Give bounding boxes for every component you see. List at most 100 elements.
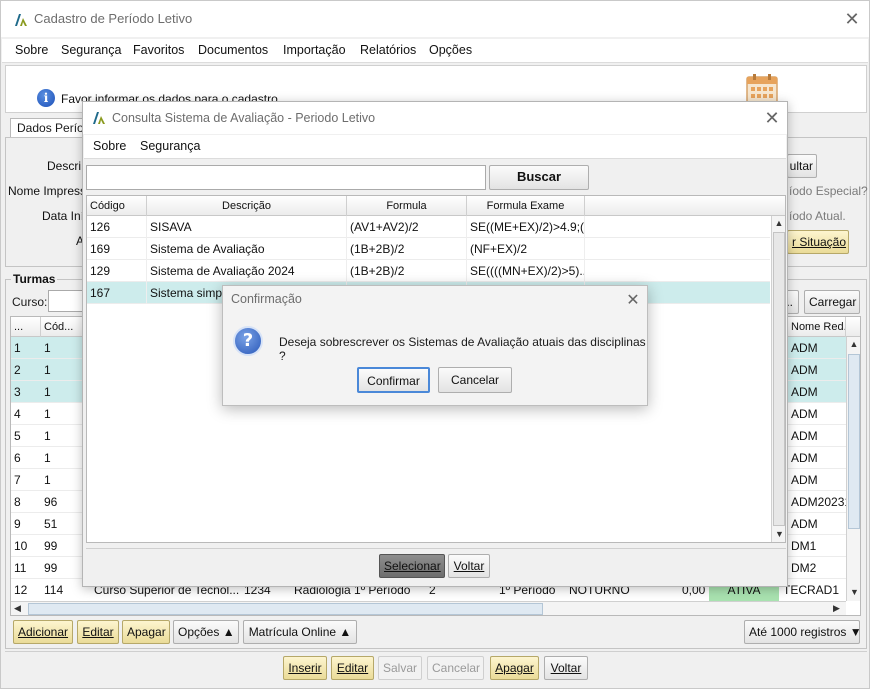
turmas-vscroll[interactable]: ▲ ▼ <box>846 337 860 601</box>
opcoes-label: Opções <box>178 625 220 639</box>
app-logo-icon <box>15 14 27 26</box>
periodo-especial-checkbox[interactable]: íodo Especial? <box>789 184 868 198</box>
scroll-right-icon[interactable]: ▶ <box>833 603 840 614</box>
registros-select[interactable]: Até 1000 registros ▼ <box>744 620 862 644</box>
matricula-online-dropdown[interactable]: Matrícula Online ▲ <box>243 620 357 644</box>
close-icon[interactable]: ✕ <box>618 286 648 316</box>
voltar-bottom-label: Voltar <box>550 661 582 675</box>
cell-codigo: 129 <box>87 260 147 282</box>
cancelar-bottom-label: Cancelar <box>432 661 481 675</box>
cell-n: 3 <box>14 385 21 399</box>
carregar-button[interactable]: Carregar <box>804 290 860 314</box>
cell-cod: 99 <box>44 561 58 575</box>
editar-button[interactable]: Editar <box>77 620 119 644</box>
salvar-label: Salvar <box>383 661 418 675</box>
label-data-inicio: Data Iní <box>42 209 85 223</box>
cell-exame: (NF+EX)/2 <box>467 238 585 260</box>
table-row[interactable]: 129 Sistema de Avaliação 2024 (1B+2B)/2 SE(… <box>87 260 770 282</box>
sistemas-vscroll[interactable]: ▲ ▼ <box>771 216 785 542</box>
voltar-button[interactable]: Voltar <box>448 554 490 578</box>
adicionar-button[interactable]: Adicionar <box>13 620 73 644</box>
selecionar-button[interactable]: Selecionar <box>379 554 445 578</box>
cell-n: 12 <box>14 583 28 597</box>
table-row[interactable]: 126 SISAVA (AV1+AV2)/2 SE((ME+EX)/2)>4.9;(.… <box>87 216 770 238</box>
tab-dados-periodo[interactable]: Dados Perío <box>10 118 91 137</box>
scroll-down-icon[interactable]: ▼ <box>850 587 859 597</box>
selecionar-label: Selecionar <box>384 559 441 573</box>
search-input[interactable] <box>86 165 486 190</box>
app-logo-icon <box>93 112 105 124</box>
col-header-formula[interactable]: Formula <box>347 196 467 216</box>
scroll-down-icon[interactable]: ▼ <box>775 529 784 539</box>
cell-descricao: SISAVA <box>147 216 347 238</box>
cell-red: TECRAD1 <box>783 583 840 597</box>
hscroll-thumb[interactable] <box>28 603 543 615</box>
cell-nome-red: DM1 <box>791 539 817 553</box>
scroll-thumb[interactable] <box>773 232 785 526</box>
apagar-button[interactable]: Apagar <box>122 620 170 644</box>
scroll-left-icon[interactable]: ◀ <box>14 603 21 614</box>
periodo-atual-checkbox[interactable]: íodo Atual. <box>789 209 846 223</box>
col-header-descricao[interactable]: Descrição <box>147 196 347 216</box>
cell-cod: 1 <box>44 473 51 487</box>
cell-descricao: Sistema de Avaliação <box>147 238 347 260</box>
menu-sobre[interactable]: Sobre <box>15 43 48 57</box>
inserir-button[interactable]: Inserir <box>283 656 327 680</box>
cell-n: 1 <box>14 341 21 355</box>
editar-label: Editar <box>82 625 114 639</box>
apagar-bottom-button[interactable]: Apagar <box>490 656 539 680</box>
salvar-button[interactable]: Salvar <box>378 656 422 680</box>
col-header-codigo[interactable]: Código <box>87 196 147 216</box>
cell-cod: 1 <box>44 341 51 355</box>
cell-codigo: 167 <box>87 282 147 304</box>
close-icon[interactable]: ✕ <box>837 4 867 34</box>
col-header-cod[interactable]: Cód... <box>41 317 83 337</box>
cell-nome-red: ADM <box>791 473 818 487</box>
menu-importacao[interactable]: Importação <box>283 43 346 57</box>
voltar-label: Voltar <box>453 559 485 573</box>
cell-formula: (AV1+AV2)/2 <box>347 216 467 238</box>
opcoes-dropdown[interactable]: Opções ▲ <box>173 620 239 644</box>
close-icon[interactable]: ✕ <box>757 103 787 133</box>
cell-cod: 96 <box>44 495 58 509</box>
menu-opcoes[interactable]: Opções <box>429 43 472 57</box>
turmas-hscroll[interactable]: ◀ ▶ <box>11 601 846 615</box>
cancelar-button[interactable]: Cancelar <box>438 367 512 393</box>
menu-seguranca[interactable]: Segurança <box>61 43 121 57</box>
menu-seguranca[interactable]: Segurança <box>140 139 200 153</box>
col-header-n[interactable]: ... <box>11 317 41 337</box>
col-header-nome-red[interactable]: Nome Red. <box>788 317 846 337</box>
cell-formula: (1B+2B)/2 <box>347 260 467 282</box>
chevron-up-icon: ▲ <box>222 625 235 639</box>
buscar-button[interactable]: Buscar <box>489 165 589 190</box>
menu-relatorios[interactable]: Relatórios <box>360 43 416 57</box>
editar-bottom-button[interactable]: Editar <box>331 656 374 680</box>
voltar-bottom-button[interactable]: Voltar <box>544 656 588 680</box>
apagar-label: Apagar <box>127 625 166 639</box>
apagar-bottom-label: Apagar <box>495 661 534 675</box>
scroll-up-icon[interactable]: ▲ <box>772 218 785 228</box>
cell-n: 9 <box>14 517 21 531</box>
confirmar-button[interactable]: Confirmar <box>357 367 430 393</box>
question-icon: ? <box>233 326 263 356</box>
consulta-titlebar: Consulta Sistema de Avaliação - Periodo … <box>83 102 787 134</box>
cell-n: 8 <box>14 495 21 509</box>
turmas-title: Turmas <box>11 272 58 286</box>
chevron-down-icon: ▼ <box>849 625 862 639</box>
scroll-up-icon[interactable]: ▲ <box>847 339 860 349</box>
menu-favoritos[interactable]: Favoritos <box>133 43 184 57</box>
alterar-situacao-button[interactable]: r Situação <box>787 230 849 254</box>
menu-sobre[interactable]: Sobre <box>93 139 126 153</box>
cancelar-bottom-button[interactable]: Cancelar <box>427 656 484 680</box>
cell-nome-red: ADM20231 <box>791 495 846 509</box>
cell-cod: 1 <box>44 385 51 399</box>
consultar-button[interactable]: ultar <box>787 154 817 178</box>
table-row[interactable]: 169 Sistema de Avaliação (1B+2B)/2 (NF+EX)/… <box>87 238 770 260</box>
menu-documentos[interactable]: Documentos <box>198 43 268 57</box>
col-header-formula-exame[interactable]: Formula Exame <box>467 196 585 216</box>
cell-formula: (1B+2B)/2 <box>347 238 467 260</box>
scroll-thumb[interactable] <box>848 354 860 529</box>
registros-label: Até 1000 registros <box>749 625 847 639</box>
cell-n: 6 <box>14 451 21 465</box>
cell-n: 10 <box>14 539 28 553</box>
